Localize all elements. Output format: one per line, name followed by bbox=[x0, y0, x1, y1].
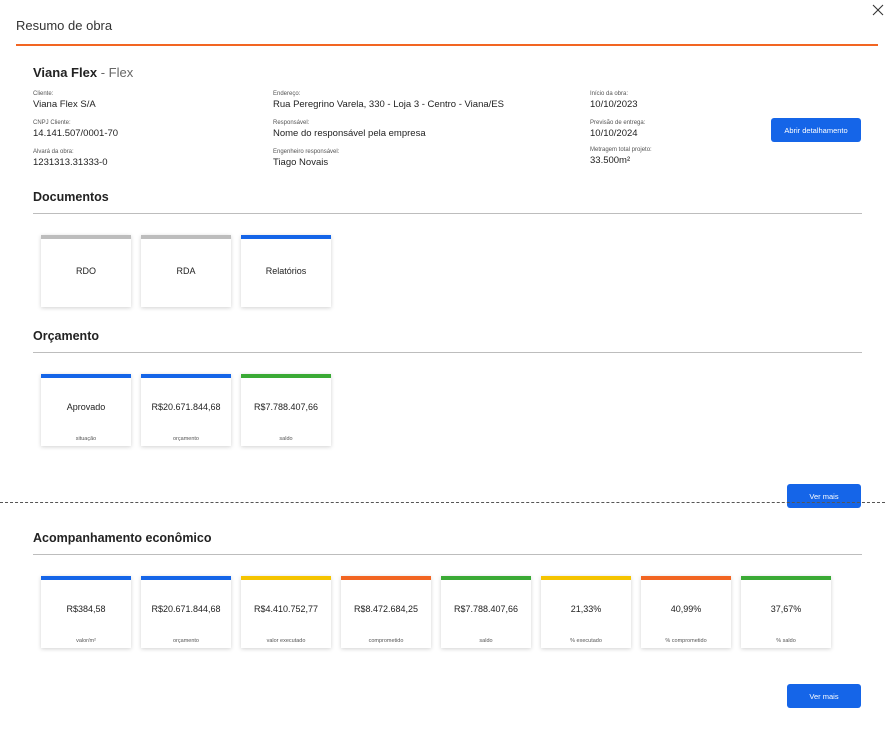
info-value: Viana Flex S/A bbox=[33, 99, 96, 110]
info-value: 33.500m² bbox=[590, 155, 631, 166]
card-color-bar bbox=[241, 235, 331, 239]
section-divider bbox=[33, 352, 862, 353]
info-label: Previsão de entrega: bbox=[590, 120, 646, 126]
project-name: Viana Flex - Flex bbox=[33, 65, 133, 80]
info-alvara: Alvará da obra: 1231313.31333-0 bbox=[33, 149, 108, 169]
summary-card: R$20.671.844,68 orçamento bbox=[141, 374, 231, 446]
info-value: Nome do responsável pela empresa bbox=[273, 128, 426, 139]
card-label: valor/m² bbox=[76, 638, 96, 644]
info-label: Início da obra: bbox=[590, 91, 629, 97]
summary-card: R$4.410.752,77 valor executado bbox=[241, 576, 331, 648]
info-value: Rua Peregrino Varela, 330 - Loja 3 - Cen… bbox=[273, 99, 504, 110]
card-label: saldo bbox=[479, 638, 493, 644]
section-divider bbox=[33, 554, 862, 555]
card-value: R$7.788.407,66 bbox=[453, 604, 519, 614]
card-color-bar bbox=[241, 576, 331, 580]
card-value: Aprovado bbox=[66, 402, 106, 412]
card-label: comprometido bbox=[368, 638, 404, 644]
info-value: 10/10/2024 bbox=[590, 128, 638, 139]
card-value: R$384,58 bbox=[66, 604, 106, 614]
info-cliente: Cliente: Viana Flex S/A bbox=[33, 91, 96, 111]
summary-card: R$8.472.684,25 comprometido bbox=[341, 576, 431, 648]
card-color-bar bbox=[441, 576, 531, 580]
card-label: % comprometido bbox=[665, 638, 707, 644]
summary-card: R$384,58 valor/m² bbox=[41, 576, 131, 648]
section-divider bbox=[33, 213, 862, 214]
info-endereco: Endereço: Rua Peregrino Varela, 330 - Lo… bbox=[273, 91, 504, 111]
card-color-bar bbox=[241, 374, 331, 378]
card-value: 40,99% bbox=[670, 604, 702, 614]
section-title-acompanhamento: Acompanhamento econômico bbox=[33, 531, 212, 545]
info-previsao: Previsão de entrega: 10/10/2024 bbox=[590, 120, 645, 140]
card-value: R$7.788.407,66 bbox=[253, 402, 319, 412]
info-label: Endereço: bbox=[273, 91, 301, 97]
section-title-documentos: Documentos bbox=[33, 190, 109, 204]
info-label: Responsável: bbox=[273, 120, 310, 126]
card-label: situação bbox=[75, 436, 97, 442]
card-value: R$4.410.752,77 bbox=[253, 604, 319, 614]
close-button[interactable] bbox=[871, 3, 885, 17]
summary-card: 40,99% % comprometido bbox=[641, 576, 731, 648]
project-title: Viana Flex bbox=[33, 65, 98, 80]
info-cnpj: CNPJ Cliente: 14.141.507/0001-70 bbox=[33, 120, 118, 140]
summary-card: R$7.788.407,66 saldo bbox=[241, 374, 331, 446]
card-color-bar bbox=[141, 374, 231, 378]
card-color-bar bbox=[541, 576, 631, 580]
card-label: saldo bbox=[279, 436, 293, 442]
card-label: % executado bbox=[570, 638, 602, 644]
info-inicio: Início da obra: 10/10/2023 bbox=[590, 91, 638, 111]
info-responsavel: Responsável: Nome do responsável pela em… bbox=[273, 120, 426, 140]
info-value: 14.141.507/0001-70 bbox=[33, 128, 119, 139]
card-value: RDO bbox=[76, 266, 96, 276]
card-value: RDA bbox=[176, 266, 196, 276]
summary-card: 21,33% % executado bbox=[541, 576, 631, 648]
card-value: R$8.472.684,25 bbox=[353, 604, 419, 614]
info-label: CNPJ Cliente: bbox=[33, 120, 71, 126]
info-label: Cliente: bbox=[33, 91, 54, 97]
card-color-bar bbox=[41, 374, 131, 378]
card-value: Relatórios bbox=[265, 266, 307, 276]
summary-card: R$7.788.407,66 saldo bbox=[441, 576, 531, 648]
close-icon bbox=[872, 4, 884, 16]
card-value: 37,67% bbox=[770, 604, 802, 614]
card-color-bar bbox=[41, 576, 131, 580]
summary-card[interactable]: Relatórios bbox=[241, 235, 331, 307]
card-color-bar bbox=[341, 576, 431, 580]
project-info: Cliente: Viana Flex S/A CNPJ Cliente: 14… bbox=[33, 91, 733, 171]
card-color-bar bbox=[141, 576, 231, 580]
summary-card[interactable]: RDO bbox=[41, 235, 131, 307]
card-label: orçamento bbox=[173, 638, 199, 644]
card-value: 21,33% bbox=[570, 604, 602, 614]
info-value: 1231313.31333-0 bbox=[33, 157, 108, 168]
card-value: R$20.671.844,68 bbox=[151, 402, 221, 412]
info-metragem: Metragem total projeto: 33.500m² bbox=[590, 147, 652, 167]
modal-header: Resumo de obra bbox=[16, 18, 878, 46]
card-color-bar bbox=[41, 235, 131, 239]
summary-card: 37,67% % saldo bbox=[741, 576, 831, 648]
card-color-bar bbox=[741, 576, 831, 580]
info-value: 10/10/2023 bbox=[590, 99, 638, 110]
section-title-orcamento: Orçamento bbox=[33, 329, 99, 343]
dashed-divider bbox=[0, 502, 885, 503]
modal-title: Resumo de obra bbox=[16, 18, 113, 33]
project-type: Flex bbox=[108, 65, 134, 80]
card-label: orçamento bbox=[173, 436, 199, 442]
card-label: valor executado bbox=[266, 638, 306, 644]
info-label: Metragem total projeto: bbox=[590, 147, 652, 153]
info-engenheiro: Engenheiro responsável: Tiago Novais bbox=[273, 149, 339, 169]
summary-card: R$20.671.844,68 orçamento bbox=[141, 576, 231, 648]
economic-see-more-button[interactable]: Ver mais bbox=[787, 684, 861, 708]
card-color-bar bbox=[141, 235, 231, 239]
info-label: Alvará da obra: bbox=[33, 149, 74, 155]
info-value: Tiago Novais bbox=[273, 157, 329, 168]
summary-card[interactable]: RDA bbox=[141, 235, 231, 307]
summary-card: Aprovado situação bbox=[41, 374, 131, 446]
card-color-bar bbox=[641, 576, 731, 580]
budget-see-more-button[interactable]: Ver mais bbox=[787, 484, 861, 508]
card-value: R$20.671.844,68 bbox=[151, 604, 221, 614]
project-separator: - bbox=[97, 65, 109, 80]
info-label: Engenheiro responsável: bbox=[273, 149, 340, 155]
open-details-button[interactable]: Abrir detalhamento bbox=[771, 118, 861, 142]
card-label: % saldo bbox=[776, 638, 796, 644]
